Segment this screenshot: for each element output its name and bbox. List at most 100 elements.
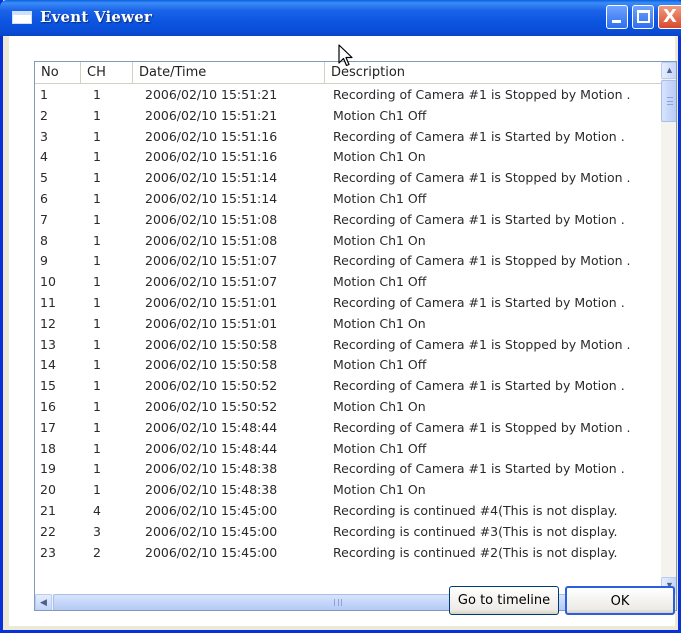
table-row[interactable]: 17 1 2006/02/10 15:48:44 Recording of Camer… <box>35 418 661 439</box>
scroll-left-button[interactable]: ◀ <box>35 594 52 610</box>
row-no: 4 <box>40 149 48 165</box>
table-row[interactable]: 18 1 2006/02/10 15:48:44 Motion Ch1 Off <box>35 439 661 460</box>
table-row[interactable]: 10 1 2006/02/10 15:51:07 Motion Ch1 Off <box>35 272 661 293</box>
table-row[interactable]: 16 1 2006/02/10 15:50:52 Motion Ch1 On <box>35 397 661 418</box>
table-row[interactable]: 23 2 2006/02/10 15:45:00 Recording is conti… <box>35 543 661 564</box>
row-ch: 4 <box>93 502 101 518</box>
row-ch: 1 <box>93 87 101 102</box>
table-row[interactable]: 2 1 2006/02/10 15:51:21 Motion Ch1 Off <box>35 106 661 127</box>
window-app-icon <box>12 11 32 24</box>
row-ch: 3 <box>93 523 101 539</box>
chevron-up-icon: ▲ <box>665 65 674 75</box>
maximize-icon <box>637 10 650 23</box>
vertical-scrollbar[interactable]: ▲ ▼ <box>661 62 676 594</box>
table-row[interactable]: 6 1 2006/02/10 15:51:14 Motion Ch1 Off <box>35 189 661 210</box>
column-header-datetime[interactable]: Date/Time <box>133 62 325 84</box>
table-row[interactable]: 14 1 2006/02/10 15:50:58 Motion Ch1 Off <box>35 355 661 376</box>
row-no: 1 <box>40 87 48 102</box>
row-description: Recording of Camera #1 is Started by Mot… <box>333 128 625 144</box>
vertical-scroll-thumb[interactable] <box>661 80 676 122</box>
column-header-description[interactable]: Description <box>325 62 661 84</box>
table-row[interactable]: 9 1 2006/02/10 15:51:07 Recording of Camera… <box>35 251 661 272</box>
row-ch: 1 <box>93 232 101 248</box>
row-ch: 1 <box>93 107 101 123</box>
row-datetime: 2006/02/10 15:51:08 <box>145 232 278 248</box>
row-datetime: 2006/02/10 15:45:00 <box>145 523 278 539</box>
title-bar[interactable]: Event Viewer X <box>0 0 681 36</box>
mouse-pointer-icon <box>338 44 353 67</box>
row-ch: 1 <box>93 440 101 456</box>
row-no: 8 <box>40 232 48 248</box>
row-datetime: 2006/02/10 15:45:00 <box>145 544 278 560</box>
row-no: 18 <box>40 440 56 456</box>
row-no: 10 <box>40 274 56 290</box>
row-datetime: 2006/02/10 15:51:16 <box>145 128 278 144</box>
ok-button[interactable]: OK <box>565 586 675 615</box>
row-description: Recording of Camera #1 is Stopped by Mot… <box>333 170 631 186</box>
row-ch: 1 <box>93 398 101 414</box>
row-no: 16 <box>40 398 56 414</box>
table-row[interactable]: 12 1 2006/02/10 15:51:01 Motion Ch1 On <box>35 314 661 335</box>
table-row[interactable]: 21 4 2006/02/10 15:45:00 Recording is conti… <box>35 501 661 522</box>
table-row[interactable]: 13 1 2006/02/10 15:50:58 Recording of Camer… <box>35 335 661 356</box>
row-no: 9 <box>40 253 48 269</box>
table-row[interactable]: 7 1 2006/02/10 15:51:08 Recording of Camera… <box>35 210 661 231</box>
go-to-timeline-button[interactable]: Go to timeline <box>449 586 559 615</box>
table-row[interactable]: 3 1 2006/02/10 15:51:16 Recording of Camera… <box>35 127 661 148</box>
table-row[interactable]: 20 1 2006/02/10 15:48:38 Motion Ch1 On <box>35 480 661 501</box>
table-row[interactable]: 8 1 2006/02/10 15:51:08 Motion Ch1 On <box>35 231 661 252</box>
row-ch: 1 <box>93 482 101 498</box>
row-datetime: 2006/02/10 15:51:07 <box>145 253 278 269</box>
row-ch: 1 <box>93 357 101 373</box>
row-datetime: 2006/02/10 15:51:14 <box>145 170 278 186</box>
event-list[interactable]: No CH Date/Time Description 1 1 2006/02/10… <box>34 61 677 611</box>
table-row[interactable]: 22 3 2006/02/10 15:45:00 Recording is conti… <box>35 522 661 543</box>
row-ch: 1 <box>93 253 101 269</box>
row-no: 15 <box>40 378 56 394</box>
table-row[interactable]: 4 1 2006/02/10 15:51:16 Motion Ch1 On <box>35 147 661 168</box>
minimize-button[interactable] <box>606 5 628 29</box>
row-description: Motion Ch1 Off <box>333 190 427 206</box>
row-no: 7 <box>40 211 48 227</box>
row-datetime: 2006/02/10 15:51:01 <box>145 315 278 331</box>
list-rows: 1 1 2006/02/10 15:51:21 Recording of Camera… <box>35 85 661 577</box>
table-row[interactable]: 1 1 2006/02/10 15:51:21 Recording of Camera… <box>35 85 661 106</box>
row-description: Recording of Camera #1 is Stopped by Mot… <box>333 253 631 269</box>
scroll-up-button[interactable]: ▲ <box>661 62 676 79</box>
row-description: Motion Ch1 Off <box>333 440 427 456</box>
row-datetime: 2006/02/10 15:45:00 <box>145 502 278 518</box>
table-row[interactable]: 5 1 2006/02/10 15:51:14 Recording of Camera… <box>35 168 661 189</box>
row-ch: 2 <box>93 544 101 560</box>
table-row[interactable]: 15 1 2006/02/10 15:50:52 Recording of Camer… <box>35 376 661 397</box>
row-ch: 1 <box>93 190 101 206</box>
window-title: Event Viewer <box>40 8 153 26</box>
column-header-ch[interactable]: CH <box>81 62 133 84</box>
row-datetime: 2006/02/10 15:48:38 <box>145 461 278 477</box>
row-no: 11 <box>40 294 56 310</box>
column-header-no[interactable]: No <box>35 62 81 84</box>
maximize-button[interactable] <box>632 5 654 29</box>
row-ch: 1 <box>93 378 101 394</box>
window-content: No CH Date/Time Description 1 1 2006/02/10… <box>9 36 677 626</box>
row-datetime: 2006/02/10 15:48:44 <box>145 419 278 435</box>
row-datetime: 2006/02/10 15:51:01 <box>145 294 278 310</box>
row-description: Recording of Camera #1 is Started by Mot… <box>333 211 625 227</box>
row-ch: 1 <box>93 128 101 144</box>
row-no: 5 <box>40 170 48 186</box>
table-row[interactable]: 11 1 2006/02/10 15:51:01 Recording of Camer… <box>35 293 661 314</box>
row-no: 21 <box>40 502 56 518</box>
close-icon: X <box>663 6 677 27</box>
row-ch: 1 <box>93 336 101 352</box>
row-description: Recording is continued #4(This is not di… <box>333 502 618 518</box>
row-no: 12 <box>40 315 56 331</box>
row-description: Recording of Camera #1 is Stopped by Mot… <box>333 419 631 435</box>
table-row[interactable]: 19 1 2006/02/10 15:48:38 Recording of Camer… <box>35 459 661 480</box>
row-description: Recording is continued #3(This is not di… <box>333 523 618 539</box>
row-no: 17 <box>40 419 56 435</box>
row-description: Motion Ch1 Off <box>333 357 427 373</box>
row-description: Recording of Camera #1 is Started by Mot… <box>333 461 625 477</box>
row-no: 20 <box>40 482 56 498</box>
row-description: Motion Ch1 On <box>333 149 426 165</box>
row-datetime: 2006/02/10 15:50:52 <box>145 398 278 414</box>
close-button[interactable]: X <box>658 5 681 29</box>
